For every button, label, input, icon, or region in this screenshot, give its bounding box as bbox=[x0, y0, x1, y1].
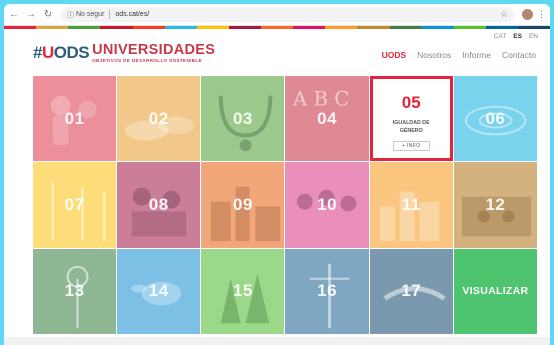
nav-contacto[interactable]: Contacto bbox=[502, 50, 536, 60]
sdg-color-segment bbox=[100, 26, 133, 29]
sdg-number: 13 bbox=[64, 281, 85, 301]
forward-icon[interactable]: → bbox=[24, 8, 38, 22]
sdg-number: 17 bbox=[401, 281, 422, 301]
site-logo[interactable]: #UODS UNIVERSIDADES OBJETIVOS DE DESARRO… bbox=[33, 42, 216, 63]
profile-avatar[interactable] bbox=[522, 9, 533, 20]
bookmark-star-icon[interactable]: ☆ bbox=[500, 9, 508, 20]
logo-title: UNIVERSIDADES bbox=[92, 42, 216, 58]
url-input[interactable]: ⓘ No segur ods.cat/es/ ☆ bbox=[61, 7, 514, 22]
sdg-color-strip bbox=[4, 26, 550, 29]
sdg-number: 07 bbox=[64, 194, 85, 214]
logo-u: U bbox=[41, 43, 54, 62]
svg-text:A B C: A B C bbox=[292, 88, 350, 111]
browser-menu-icon[interactable]: ⋮ bbox=[537, 9, 546, 20]
logo-hash: # bbox=[33, 43, 42, 62]
lang-es[interactable]: ES bbox=[513, 33, 522, 40]
page-footer-edge bbox=[4, 337, 550, 345]
main-nav: UODS Nosotros Informe Contacto bbox=[382, 50, 536, 60]
sdg-color-segment bbox=[36, 26, 69, 29]
url-divider bbox=[109, 10, 111, 19]
sdg-tile[interactable]: 17 bbox=[369, 248, 453, 334]
sdg-number: 16 bbox=[317, 281, 338, 301]
sdg-color-segment bbox=[421, 26, 454, 29]
sdg-tile[interactable]: 10 bbox=[285, 162, 369, 248]
featured-number: 05 bbox=[401, 93, 421, 112]
nav-informe[interactable]: Informe bbox=[462, 50, 491, 60]
sdg-color-segment bbox=[518, 26, 550, 29]
sdg-tile[interactable]: 09 bbox=[201, 162, 285, 248]
sdg-tile-featured[interactable]: 05 IGUALDAD DE GÉNERO + INFO bbox=[369, 76, 453, 162]
sdg-color-segment bbox=[4, 26, 37, 29]
sdg-tile[interactable]: 13 bbox=[33, 248, 117, 334]
language-switcher: CAT ES EN bbox=[494, 33, 538, 40]
sdg-color-segment bbox=[261, 26, 294, 29]
sdg-color-segment bbox=[164, 26, 197, 29]
more-info-button[interactable]: + INFO bbox=[392, 141, 430, 151]
logo-subtitle: OBJETIVOS DE DESARROLLO SOSTENIBLE bbox=[92, 58, 203, 63]
sdg-tile[interactable]: 08 bbox=[117, 162, 201, 248]
logo-mark: #UODS bbox=[33, 43, 90, 62]
sdg-number: 14 bbox=[148, 281, 169, 301]
sdg-number: 12 bbox=[485, 194, 506, 214]
sdg-number: 15 bbox=[232, 281, 253, 301]
sdg-tile[interactable]: 03 bbox=[201, 76, 285, 162]
nav-uods[interactable]: UODS bbox=[382, 50, 407, 60]
sdg-number: 10 bbox=[317, 194, 338, 214]
sdg-number: 08 bbox=[148, 194, 169, 214]
visualizar-tile[interactable]: VISUALIZAR bbox=[453, 248, 537, 334]
sdg-number: 03 bbox=[232, 108, 253, 128]
sdg-tile[interactable]: 11 bbox=[369, 162, 453, 248]
sdg-tile[interactable]: A B C 04 bbox=[285, 76, 369, 162]
sdg-color-segment bbox=[293, 26, 326, 29]
sdg-color-segment bbox=[68, 26, 101, 29]
sdg-color-segment bbox=[357, 26, 390, 29]
security-label: No segur bbox=[76, 11, 105, 18]
sdg-grid: 01 02 03 A B C 04 05 IGUALDAD DE GÉNERO + INFO 0… bbox=[33, 76, 537, 334]
lang-cat[interactable]: CAT bbox=[494, 33, 507, 40]
logo-ods: ODS bbox=[53, 43, 90, 62]
sdg-tile[interactable]: 07 bbox=[33, 162, 117, 248]
sdg-tile[interactable]: 01 bbox=[33, 76, 117, 162]
sdg-tile[interactable]: 12 bbox=[453, 162, 537, 248]
sdg-number: 04 bbox=[317, 108, 338, 128]
logo-text: UNIVERSIDADES OBJETIVOS DE DESARROLLO SO… bbox=[92, 42, 216, 63]
sdg-number: 02 bbox=[148, 108, 169, 128]
sdg-color-segment bbox=[389, 26, 422, 29]
sdg-tile[interactable]: 15 bbox=[201, 248, 285, 334]
address-bar: ← → ↻ ⓘ No segur ods.cat/es/ ☆ ⋮ bbox=[4, 4, 550, 26]
back-icon[interactable]: ← bbox=[7, 8, 21, 22]
sdg-color-segment bbox=[132, 26, 165, 29]
lang-en[interactable]: EN bbox=[529, 33, 538, 40]
url-text: ods.cat/es/ bbox=[115, 11, 150, 18]
sdg-number: 09 bbox=[232, 194, 253, 214]
sdg-tile[interactable]: 06 bbox=[453, 76, 537, 162]
sdg-number: 01 bbox=[64, 108, 85, 128]
visualizar-label: VISUALIZAR bbox=[462, 285, 529, 298]
reload-icon[interactable]: ↻ bbox=[41, 8, 55, 22]
featured-title: IGUALDAD DE GÉNERO bbox=[392, 120, 430, 134]
sdg-number: 06 bbox=[485, 108, 506, 128]
sdg-number: 11 bbox=[401, 194, 421, 214]
info-icon[interactable]: ⓘ bbox=[67, 10, 74, 20]
sdg-tile[interactable]: 02 bbox=[117, 76, 201, 162]
sdg-color-segment bbox=[228, 26, 261, 29]
browser-window: ← → ↻ ⓘ No segur ods.cat/es/ ☆ ⋮ CAT ES … bbox=[4, 4, 550, 345]
sdg-color-segment bbox=[453, 26, 486, 29]
nav-nosotros[interactable]: Nosotros bbox=[417, 50, 451, 60]
sdg-color-segment bbox=[325, 26, 358, 29]
sdg-tile[interactable]: 14 bbox=[117, 248, 201, 334]
sdg-tile[interactable]: 16 bbox=[285, 248, 369, 334]
sdg-color-segment bbox=[196, 26, 229, 29]
sdg-color-segment bbox=[485, 26, 518, 29]
